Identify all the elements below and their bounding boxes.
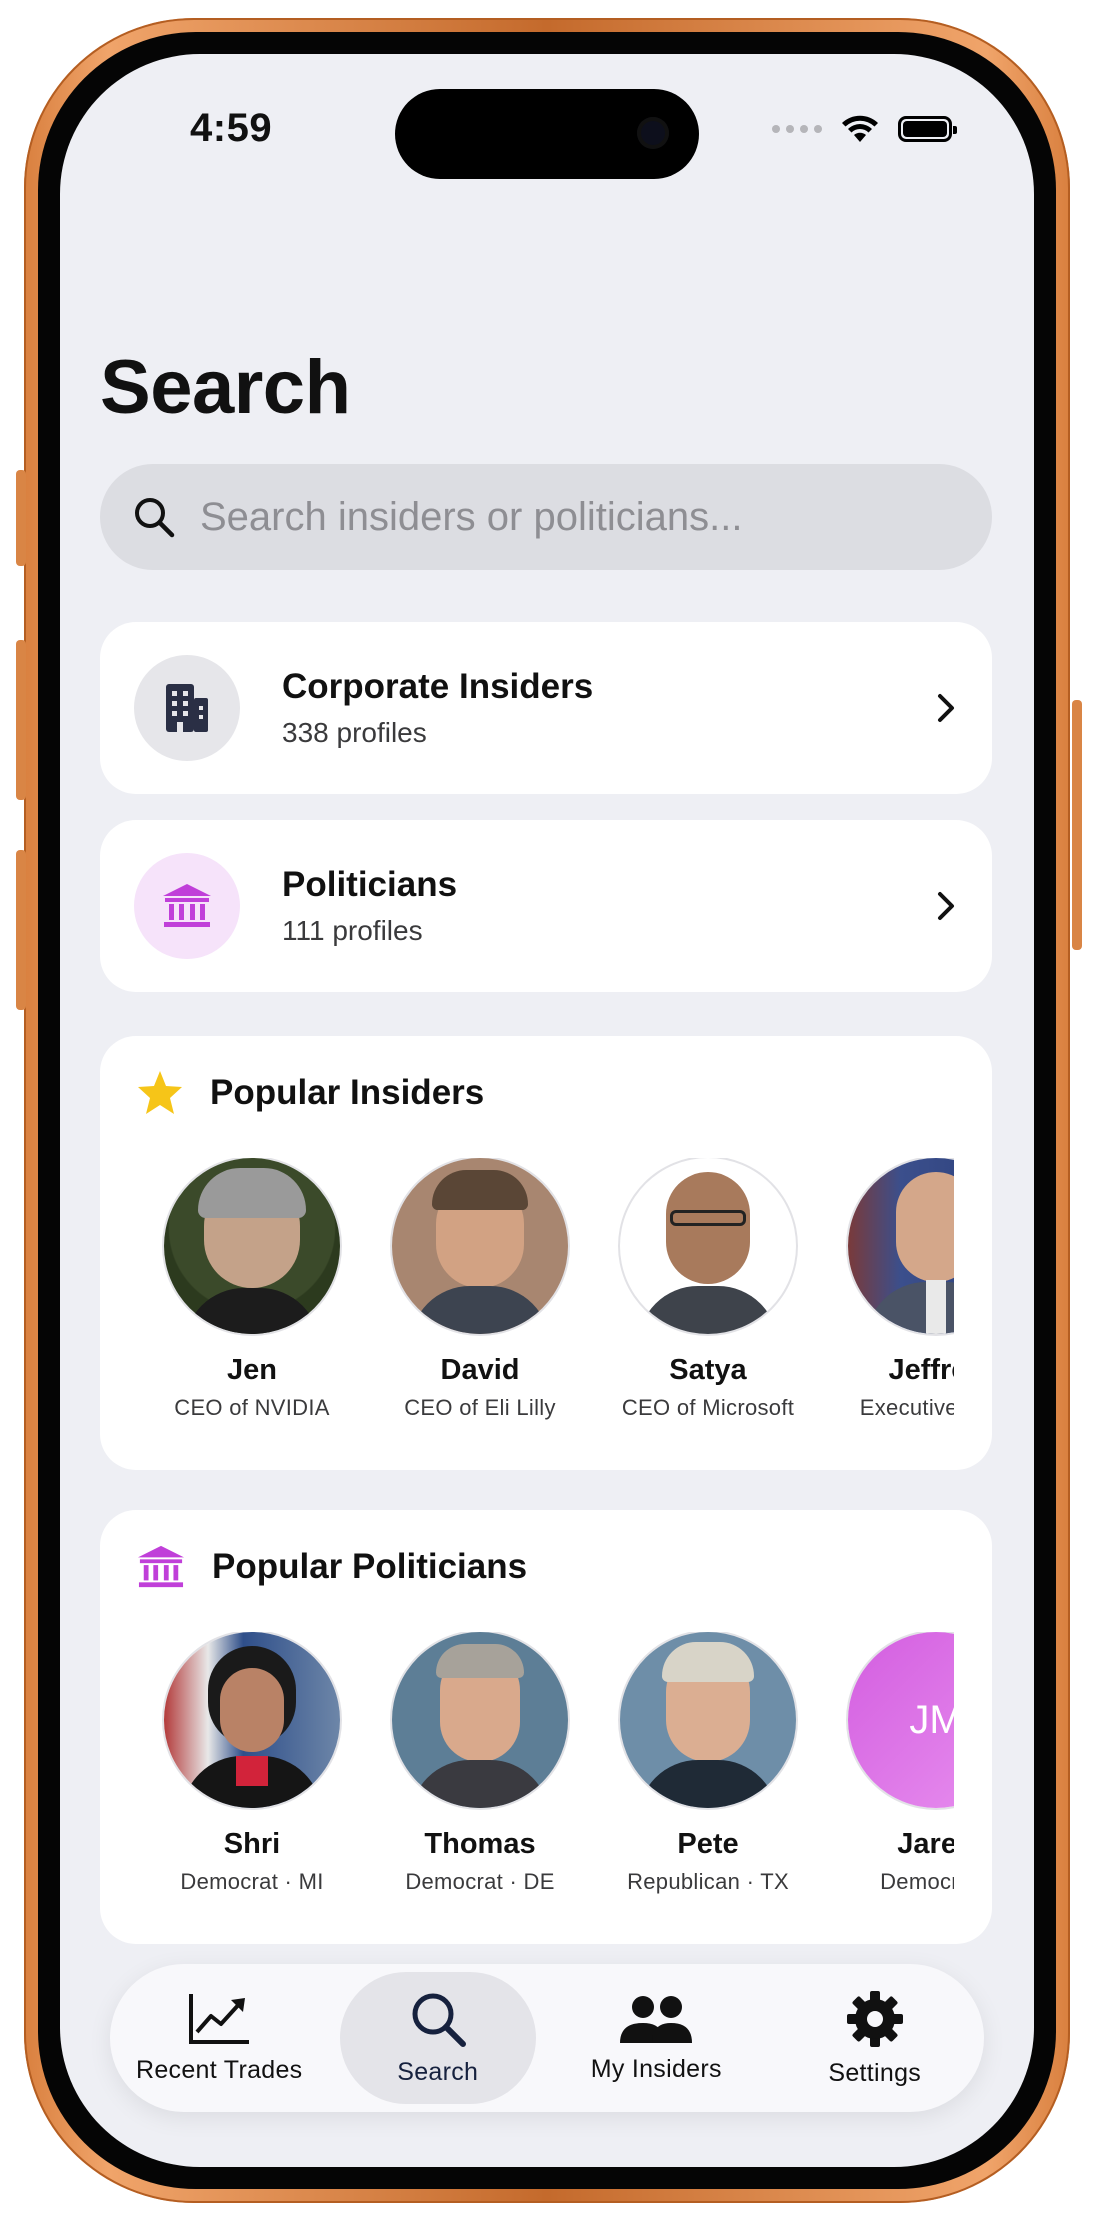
person-role: CEO of Microsoft bbox=[621, 1395, 795, 1420]
section-title: Popular Insiders bbox=[210, 1073, 485, 1112]
chevron-right-icon bbox=[938, 892, 954, 920]
person-name: Jared bbox=[897, 1828, 954, 1860]
person-name: Thomas bbox=[424, 1828, 536, 1860]
tab-label: Search bbox=[397, 2057, 479, 2086]
tab-recent-trades[interactable]: Recent Trades bbox=[121, 1972, 317, 2104]
insider-card[interactable]: Jeffrey Executive Ch... bbox=[822, 1158, 954, 1421]
tab-my-insiders[interactable]: My Insiders bbox=[558, 1972, 754, 2104]
screen: 4:59 Search Search insiders or politicia… bbox=[60, 54, 1034, 2167]
person-role: Executive Ch... bbox=[859, 1395, 954, 1420]
politician-card[interactable]: JM Jared Democrat · bbox=[822, 1632, 954, 1895]
camera-icon bbox=[637, 117, 669, 149]
volume-up-button bbox=[16, 640, 26, 800]
popular-politicians-carousel[interactable]: Shri Democrat · MI Thomas Democrat · DE bbox=[138, 1632, 954, 1932]
tab-settings[interactable]: Settings bbox=[777, 1972, 973, 2104]
avatar bbox=[620, 1632, 796, 1808]
insider-card[interactable]: Jen CEO of NVIDIA bbox=[138, 1158, 366, 1421]
status-time: 4:59 bbox=[190, 106, 273, 150]
person-name: Shri bbox=[223, 1828, 281, 1860]
search-input[interactable] bbox=[198, 493, 962, 541]
avatar bbox=[392, 1632, 568, 1808]
status-icons bbox=[772, 114, 957, 144]
category-corporate-insiders[interactable]: Corporate Insiders 338 profiles bbox=[100, 622, 992, 794]
section-title: Popular Politicians bbox=[212, 1547, 528, 1586]
avatar bbox=[164, 1158, 340, 1334]
politician-card[interactable]: Shri Democrat · MI bbox=[138, 1632, 366, 1895]
star-icon bbox=[138, 1071, 182, 1114]
tab-label: Recent Trades bbox=[136, 2055, 303, 2084]
popular-insiders-carousel[interactable]: Jen CEO of NVIDIA David CEO of Eli Lilly bbox=[138, 1158, 954, 1458]
avatar bbox=[164, 1632, 340, 1808]
person-name: Satya bbox=[669, 1354, 747, 1386]
dynamic-island bbox=[395, 89, 699, 179]
person-name: Pete bbox=[677, 1828, 739, 1860]
avatar bbox=[392, 1158, 568, 1334]
chevron-right-icon bbox=[938, 694, 954, 722]
cellular-signal-icon bbox=[772, 125, 822, 133]
action-button bbox=[16, 470, 26, 566]
person-name: Jeffrey bbox=[888, 1354, 954, 1386]
tab-bar: Recent Trades Search My Insiders Setting… bbox=[110, 1964, 984, 2112]
avatar bbox=[848, 1158, 954, 1334]
person-name: Jen bbox=[227, 1354, 277, 1386]
category-count: 338 profiles bbox=[282, 717, 427, 748]
avatar bbox=[620, 1158, 796, 1334]
avatar-initials-text: JM bbox=[909, 1697, 954, 1742]
chart-line-icon bbox=[189, 1993, 250, 2044]
people-icon bbox=[620, 1995, 693, 2043]
popular-insiders-card: Popular Insiders Jen CEO of NVIDIA David bbox=[100, 1036, 992, 1470]
wifi-icon bbox=[842, 115, 878, 142]
search-icon bbox=[412, 1993, 466, 2047]
category-count: 111 profiles bbox=[282, 915, 423, 946]
category-title: Corporate Insiders bbox=[282, 667, 594, 706]
capitol-icon bbox=[134, 853, 240, 959]
search-bar[interactable] bbox=[100, 464, 992, 570]
volume-down-button bbox=[16, 850, 26, 1010]
search-icon bbox=[135, 498, 175, 538]
building-icon bbox=[134, 655, 240, 761]
tab-search[interactable]: Search bbox=[339, 1972, 536, 2104]
capitol-icon bbox=[138, 1545, 184, 1588]
person-role: CEO of Eli Lilly bbox=[404, 1395, 556, 1420]
popular-politicians-card: Popular Politicians Shri Democrat · MI T… bbox=[100, 1510, 992, 1944]
power-button bbox=[1072, 700, 1082, 950]
category-title: Politicians bbox=[282, 865, 458, 904]
tab-label: My Insiders bbox=[590, 2054, 722, 2083]
battery-icon bbox=[898, 116, 957, 142]
person-role: CEO of NVIDIA bbox=[174, 1395, 330, 1420]
person-name: David bbox=[440, 1354, 520, 1386]
avatar-initials: JM bbox=[848, 1632, 954, 1808]
person-role: Democrat · DE bbox=[405, 1869, 555, 1894]
politician-card[interactable]: Pete Republican · TX bbox=[594, 1632, 822, 1895]
tab-label: Settings bbox=[828, 2058, 922, 2087]
insider-card[interactable]: David CEO of Eli Lilly bbox=[366, 1158, 594, 1421]
category-politicians[interactable]: Politicians 111 profiles bbox=[100, 820, 992, 992]
person-role: Republican · TX bbox=[627, 1869, 789, 1894]
page-title: Search bbox=[100, 345, 351, 430]
person-role: Democrat · bbox=[880, 1869, 954, 1894]
insider-card[interactable]: Satya CEO of Microsoft bbox=[594, 1158, 822, 1421]
person-role: Democrat · MI bbox=[180, 1869, 324, 1894]
gear-icon bbox=[846, 1990, 903, 2047]
politician-card[interactable]: Thomas Democrat · DE bbox=[366, 1632, 594, 1895]
